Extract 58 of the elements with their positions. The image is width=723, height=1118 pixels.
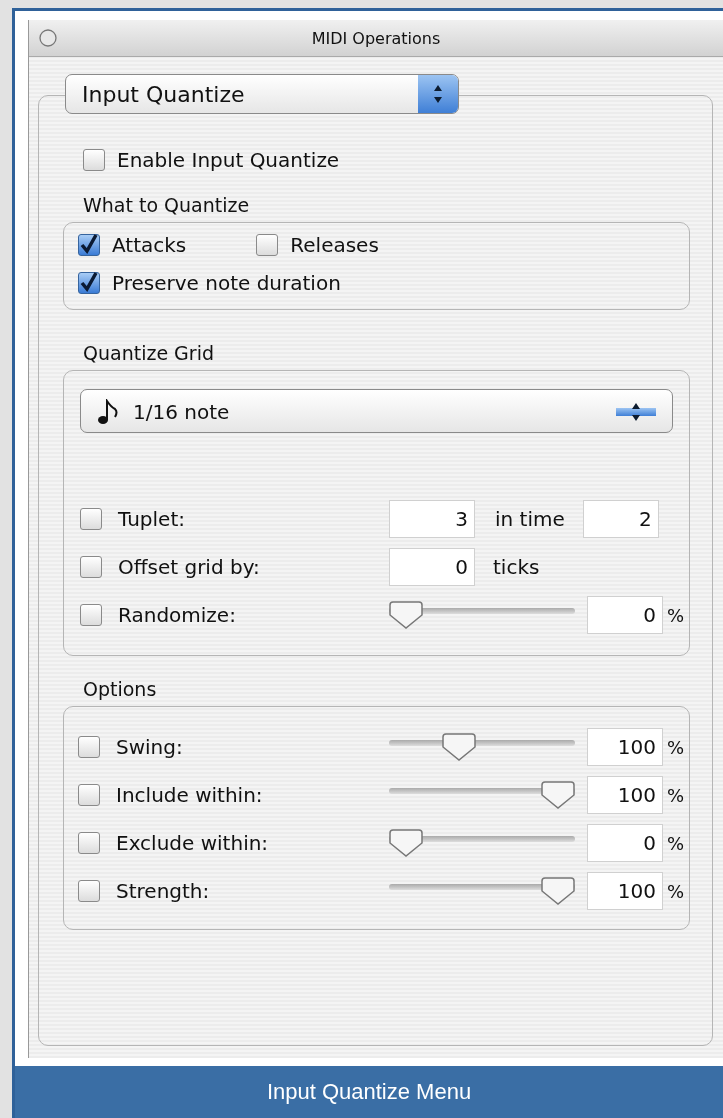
window-title: MIDI Operations [310, 28, 442, 48]
checkbox[interactable] [78, 832, 100, 854]
slider[interactable] [389, 601, 575, 629]
option-label: Randomize: [118, 603, 237, 627]
group-title: Quantize Grid [83, 342, 215, 364]
checkbox-label: Releases [290, 233, 379, 257]
slider-thumb[interactable] [389, 601, 423, 629]
slider[interactable] [389, 781, 575, 809]
up-down-arrows-icon [631, 402, 641, 422]
option-label: Exclude within: [116, 831, 270, 855]
input-field[interactable]: 3 [389, 500, 475, 538]
checkbox[interactable] [80, 508, 102, 530]
option-label: Strength: [116, 879, 211, 903]
input-field[interactable]: 0 [587, 824, 663, 862]
checkbox[interactable] [78, 736, 100, 758]
option-label: Offset grid by: [118, 555, 261, 579]
checkbox[interactable] [78, 234, 100, 256]
close-icon[interactable] [39, 29, 57, 47]
slider[interactable] [389, 829, 575, 857]
input-field[interactable]: 0 [389, 548, 475, 586]
option-label: Swing: [116, 735, 184, 759]
unit-label: % [667, 736, 685, 758]
checkbox[interactable] [78, 880, 100, 902]
unit-label: % [667, 832, 685, 854]
group-title: Options [83, 678, 158, 700]
unit-label: % [667, 880, 685, 902]
input-field[interactable]: 100 [587, 872, 663, 910]
input-field[interactable]: 100 [587, 776, 663, 814]
option-label: Tuplet: [118, 507, 186, 531]
unit-label: ticks [493, 555, 540, 579]
input-field[interactable]: 0 [587, 596, 663, 634]
checkbox[interactable] [83, 149, 105, 171]
checkbox[interactable] [80, 604, 102, 626]
note-icon [97, 399, 119, 425]
caption: Input Quantize Menu [15, 1066, 723, 1118]
slider-thumb[interactable] [541, 781, 575, 809]
slider[interactable] [389, 733, 575, 761]
checkbox-label: Preserve note duration [112, 271, 341, 295]
checkbox[interactable] [80, 556, 102, 578]
checkbox[interactable] [256, 234, 279, 256]
checkbox[interactable] [78, 784, 100, 806]
option-label: Include within: [116, 783, 264, 807]
checkbox[interactable] [78, 272, 100, 294]
input-field[interactable]: 2 [582, 500, 659, 538]
group-title: What to Quantize [83, 194, 251, 216]
checkbox-label: Enable Input Quantize [117, 148, 340, 172]
input-field[interactable]: 100 [587, 728, 663, 766]
unit-label: % [667, 784, 685, 806]
slider-thumb[interactable] [442, 733, 477, 761]
slider-thumb[interactable] [389, 829, 423, 857]
up-down-arrows-icon [433, 84, 443, 104]
field-label: in time [495, 507, 565, 531]
grid-popup[interactable]: 1/16 note [80, 389, 673, 433]
unit-label: % [667, 604, 685, 626]
slider[interactable] [389, 877, 575, 905]
slider-thumb[interactable] [541, 877, 575, 905]
checkbox-label: Attacks [112, 233, 187, 257]
mode-popup[interactable]: Input Quantize [65, 74, 459, 114]
